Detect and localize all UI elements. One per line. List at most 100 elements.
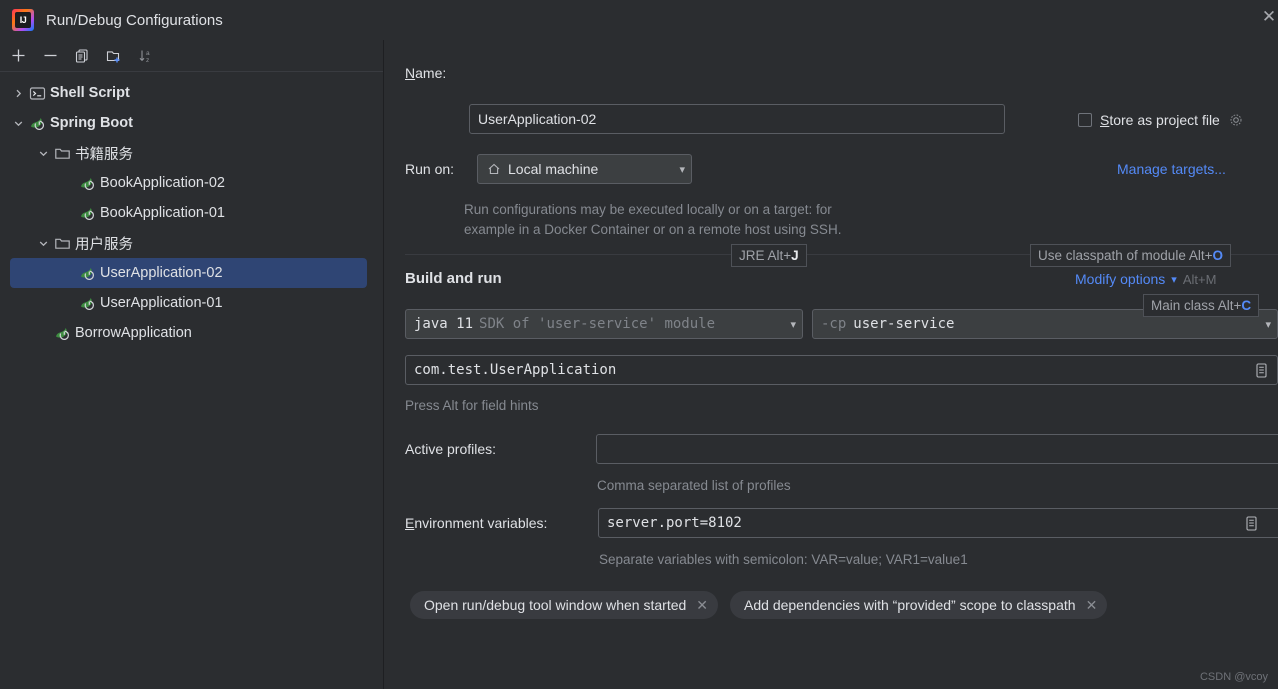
tree-item-shell-script[interactable]: Shell Script	[0, 78, 383, 108]
chevron-down-icon: ▾	[1265, 318, 1271, 331]
tree-item-label: Spring Boot	[50, 115, 133, 131]
chevron-down-icon[interactable]	[10, 115, 26, 131]
spring-boot-icon	[78, 294, 96, 312]
tree-item-borrowapplication[interactable]: BorrowApplication	[0, 318, 383, 348]
tree-item-label: Shell Script	[50, 85, 130, 101]
spring-boot-icon	[78, 264, 96, 282]
spring-boot-icon	[78, 174, 96, 192]
add-configuration-button[interactable]	[2, 41, 34, 71]
modify-options-link[interactable]: Modify options	[1075, 271, 1165, 287]
classpath-module-value: user-service	[853, 316, 955, 332]
tree-item-label: BorrowApplication	[75, 325, 192, 341]
folder-icon	[53, 234, 71, 252]
copy-configuration-button[interactable]	[66, 41, 98, 71]
configurations-sidebar: a z Shell Script Spring Boot 书籍服务 BookAppli…	[0, 40, 384, 689]
shell-script-icon	[28, 84, 46, 102]
folder-icon	[53, 144, 71, 162]
option-chip[interactable]: Open run/debug tool window when started ✕	[410, 591, 719, 619]
environment-variables-value: server.port=8102	[607, 515, 742, 531]
chevron-down-icon: ▾	[790, 318, 796, 331]
intellij-idea-logo-icon	[12, 9, 34, 31]
close-icon[interactable]: ✕	[1254, 2, 1278, 32]
expand-field-icon[interactable]	[1253, 362, 1269, 378]
new-folder-button[interactable]	[98, 41, 130, 71]
active-profiles-label: Active profiles:	[405, 441, 497, 457]
name-input[interactable]: UserApplication-02	[469, 104, 1005, 134]
sort-configurations-button[interactable]: a z	[130, 41, 162, 71]
tree-item-userapplication-01[interactable]: UserApplication-01	[0, 288, 383, 318]
tooltip-shortcut-key: O	[1212, 248, 1223, 263]
run-on-hint-line2: example in a Docker Container or on a re…	[464, 222, 842, 237]
tooltip-shortcut-key: C	[1241, 298, 1252, 313]
tree-item-label: UserApplication-02	[100, 265, 223, 281]
title-bar: Run/Debug Configurations ✕	[0, 0, 1278, 40]
store-as-project-file-checkbox[interactable]	[1078, 113, 1092, 127]
jre-tooltip: JRE Alt+J	[731, 244, 807, 267]
tree-item-label: BookApplication-02	[100, 175, 225, 191]
configuration-editor-panel: Name: UserApplication-02 Store as projec…	[384, 40, 1278, 689]
tree-item-[interactable]: 用户服务	[0, 228, 383, 258]
chevron-down-icon[interactable]	[35, 145, 51, 161]
spring-boot-icon	[78, 204, 96, 222]
classpath-tooltip: Use classpath of module Alt+O	[1030, 244, 1231, 267]
active-profiles-hint: Comma separated list of profiles	[597, 478, 791, 493]
run-on-select[interactable]: Local machine ▾	[477, 154, 692, 184]
tooltip-text: Main class Alt+	[1151, 298, 1242, 313]
name-label: Name:	[405, 65, 447, 81]
tree-item-bookapplication-02[interactable]: BookApplication-02	[0, 168, 383, 198]
chevron-down-icon: ▾	[679, 163, 685, 176]
chip-close-icon[interactable]: ✕	[1086, 597, 1098, 614]
store-as-project-file-row[interactable]: Store as project file	[1078, 112, 1244, 128]
expand-field-icon[interactable]	[1243, 515, 1259, 531]
main-class-value: com.test.UserApplication	[414, 362, 617, 378]
gear-icon[interactable]	[1228, 112, 1244, 128]
environment-variables-input[interactable]: server.port=8102	[598, 508, 1278, 538]
spring-boot-icon	[28, 114, 46, 132]
main-class-tooltip: Main class Alt+C	[1143, 294, 1260, 317]
tree-item-label: BookApplication-01	[100, 205, 225, 221]
run-on-hint: Run configurations may be executed local…	[464, 200, 1024, 240]
watermark: CSDN @vcoy	[1199, 671, 1268, 683]
option-chip-label: Open run/debug tool window when started	[424, 597, 687, 613]
tree-item-[interactable]: 书籍服务	[0, 138, 383, 168]
sidebar-toolbar: a z	[0, 40, 383, 72]
spring-boot-icon	[53, 324, 71, 342]
remove-configuration-button[interactable]	[34, 41, 66, 71]
name-row: Name:	[405, 65, 1045, 81]
main-class-input[interactable]: com.test.UserApplication	[405, 355, 1278, 385]
tree-item-spring-boot[interactable]: Spring Boot	[0, 108, 383, 138]
run-on-label: Run on:	[405, 161, 455, 177]
option-chip[interactable]: Add dependencies with “provided” scope t…	[730, 591, 1108, 619]
tooltip-shortcut-key: J	[791, 248, 799, 263]
environment-variables-hint: Separate variables with semicolon: VAR=v…	[599, 552, 968, 567]
svg-text:a: a	[146, 50, 150, 57]
tree-item-label: UserApplication-01	[100, 295, 223, 311]
manage-targets-link[interactable]: Manage targets...	[1117, 161, 1226, 177]
options-chips: Open run/debug tool window when started ✕…	[410, 591, 1108, 619]
tree-item-userapplication-02[interactable]: UserApplication-02	[10, 258, 367, 288]
modify-options-shortcut: Alt+M	[1182, 271, 1217, 287]
chevron-down-icon[interactable]: ▾	[1171, 273, 1177, 286]
chevron-right-icon[interactable]	[10, 85, 26, 101]
classpath-prefix: -cp	[821, 316, 847, 332]
window-title: Run/Debug Configurations	[46, 11, 223, 29]
tree-item-label: 书籍服务	[75, 146, 133, 163]
chip-close-icon[interactable]: ✕	[696, 597, 708, 614]
jre-select[interactable]: java 11 SDK of 'user-service' module ▾	[405, 309, 803, 339]
svg-text:z: z	[146, 57, 149, 64]
jre-description: SDK of 'user-service' module	[479, 316, 716, 332]
jre-version: java 11	[414, 316, 474, 332]
tree-item-bookapplication-01[interactable]: BookApplication-01	[0, 198, 383, 228]
field-hints-text: Press Alt for field hints	[405, 398, 539, 413]
store-as-project-file-label: Store as project file	[1100, 112, 1220, 128]
environment-variables-label: Environment variables:	[405, 515, 548, 531]
active-profiles-input[interactable]	[596, 434, 1278, 464]
home-icon	[486, 161, 502, 177]
tree-item-label: 用户服务	[75, 236, 133, 253]
tooltip-text: Use classpath of module Alt+	[1038, 248, 1213, 263]
tooltip-text: JRE Alt+	[739, 248, 792, 263]
name-input-value: UserApplication-02	[478, 111, 597, 127]
chevron-down-icon[interactable]	[35, 235, 51, 251]
configurations-tree: Shell Script Spring Boot 书籍服务 BookApplicati…	[0, 72, 383, 348]
modify-options-row[interactable]: Modify options ▾ Alt+M	[1075, 271, 1216, 287]
